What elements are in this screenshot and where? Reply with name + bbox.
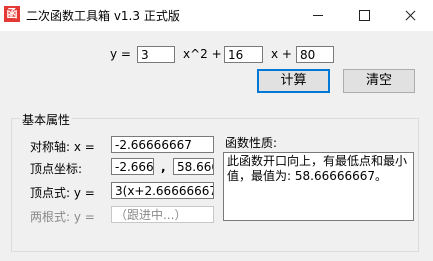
clear-button[interactable]: 清空 bbox=[343, 69, 415, 93]
coefficient-c-input[interactable]: 80 bbox=[296, 46, 334, 63]
minimize-button[interactable] bbox=[295, 0, 341, 30]
vertex-x-field[interactable]: -2.6666 bbox=[111, 158, 154, 175]
vertex-label: 顶点坐标: bbox=[30, 162, 83, 176]
vertex-form-field[interactable]: 3(x+2.66666667)^2+ bbox=[111, 182, 214, 199]
function-properties-title: 函数性质: bbox=[225, 136, 278, 150]
function-properties-textbox[interactable]: 此函数开口向上，有最低点和最小值，最值为: 58.66666667。 bbox=[223, 152, 414, 221]
title-bar: 函 二次函数工具箱 v1.3 正式版 bbox=[0, 0, 433, 31]
root-form-field: （跟进中...） bbox=[111, 206, 214, 223]
close-button[interactable] bbox=[387, 0, 433, 30]
vertex-separator: , bbox=[161, 160, 166, 174]
vertex-form-label: 顶点式: y = bbox=[30, 186, 95, 200]
root-form-label: 两根式: y = bbox=[30, 210, 95, 224]
symmetry-axis-field[interactable]: -2.66666667 bbox=[111, 136, 214, 153]
y-equals-label: y = bbox=[110, 47, 131, 61]
calculate-button[interactable]: 计算 bbox=[257, 69, 330, 93]
coefficient-b-input[interactable]: 16 bbox=[224, 46, 263, 63]
x-squared-label: x^2 + bbox=[183, 47, 222, 61]
main-window: 函 二次函数工具箱 v1.3 正式版 y = 3 x^2 + 16 x + 80… bbox=[0, 0, 433, 261]
window-title: 二次函数工具箱 v1.3 正式版 bbox=[26, 9, 180, 23]
maximize-icon bbox=[359, 10, 370, 21]
coefficient-a-input[interactable]: 3 bbox=[137, 46, 175, 63]
basic-properties-title: 基本属性 bbox=[20, 111, 73, 128]
vertex-y-field[interactable]: 58.6666 bbox=[173, 158, 214, 175]
maximize-button[interactable] bbox=[341, 0, 387, 30]
app-icon: 函 bbox=[4, 6, 20, 22]
minimize-icon bbox=[313, 15, 323, 16]
x-plus-label: x + bbox=[271, 47, 292, 61]
symmetry-axis-label: 对称轴: x = bbox=[30, 140, 95, 154]
